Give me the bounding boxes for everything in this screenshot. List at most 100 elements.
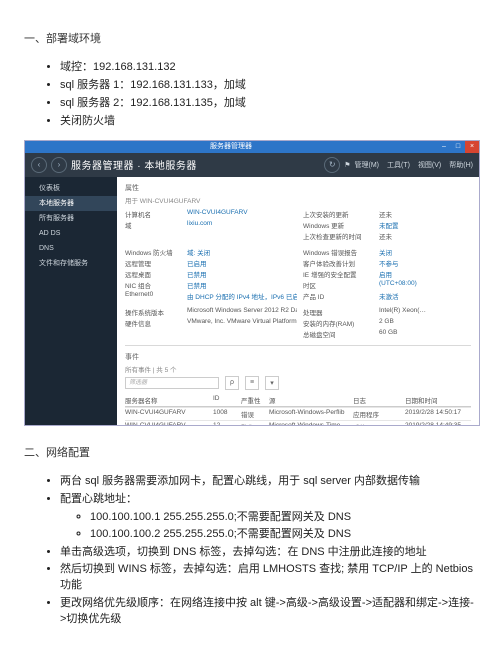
- list-item: 100.100.100.2 255.255.255.0;不需要配置网关及 DNS: [90, 527, 478, 543]
- list-item: sql 服务器 2：192.168.131.135，加域: [60, 96, 478, 112]
- menu-item[interactable]: 帮助(H): [449, 160, 473, 170]
- env-list: 域控：192.168.131.132 sql 服务器 1：192.168.131…: [24, 60, 478, 130]
- prop-value[interactable]: 未配置: [379, 220, 471, 230]
- net-list: 两台 sql 服务器需要添加网卡，配置心跳线，用于 sql server 内部数…: [24, 474, 478, 628]
- prop-label: 产品 ID: [303, 291, 373, 301]
- window-titlebar: 服务器管理器 – □ ×: [25, 141, 479, 153]
- prop-label: 远程桌面: [125, 269, 181, 279]
- cell: WIN-CVUI4GUFARV: [125, 422, 211, 425]
- prop-value: 还未: [379, 209, 471, 219]
- filter-icon[interactable]: ≡: [245, 376, 259, 390]
- prop-label: 域: [125, 220, 181, 230]
- menu-item[interactable]: 管理(M): [354, 160, 379, 170]
- prop-label: 安装的内存(RAM): [303, 318, 373, 328]
- prop-label: Ethernet0: [125, 291, 181, 301]
- prop-value: [187, 329, 297, 339]
- col[interactable]: 源: [269, 395, 351, 405]
- breadcrumb-bar: ‹ › 服务器管理器 · 本地服务器 ↻ ⚑ 管理(M) 工具(T) 视图(V)…: [25, 153, 479, 177]
- sidebar-item-adds[interactable]: AD DS: [25, 226, 117, 241]
- col[interactable]: 日志: [353, 395, 403, 405]
- prop-value[interactable]: 启用: [379, 269, 471, 279]
- sidebar-item-file[interactable]: 文件和存储服务: [25, 256, 117, 271]
- col[interactable]: ID: [213, 395, 239, 405]
- cell: 1008: [213, 409, 239, 419]
- list-item: 关闭防火墙: [60, 114, 478, 130]
- list-item: 然后切换到 WINS 标签，去掉勾选：启用 LMHOSTS 查找; 禁用 TCP…: [60, 562, 478, 594]
- prop-label: Windows 错误报告: [303, 247, 373, 257]
- properties-subtitle: 用于 WIN-CVUI4GUFARV: [125, 195, 471, 205]
- menu-item[interactable]: 视图(V): [418, 160, 441, 170]
- sidebar-item-all[interactable]: 所有服务器: [25, 211, 117, 226]
- window-close-button[interactable]: ×: [465, 141, 479, 153]
- list-item: 100.100.100.1 255.255.255.0;不需要配置网关及 DNS: [90, 510, 478, 526]
- nav-forward-button[interactable]: ›: [51, 157, 67, 173]
- cell: 错误: [241, 409, 267, 419]
- prop-label: 计算机名: [125, 209, 181, 219]
- cell: 警告: [241, 422, 267, 425]
- events-panel: 事件 所有事件 | 共 5 个 筛选器 ρ ≡ ▾ 服务器名称 ID 严重性 源: [125, 352, 471, 425]
- sidebar-item-dashboard[interactable]: 仪表板: [25, 181, 117, 196]
- prop-label: 总磁盘空间: [303, 329, 373, 339]
- prop-value[interactable]: 由 DHCP 分配的 IPv4 地址，IPv6 已启用: [187, 291, 297, 301]
- events-filter-input[interactable]: 筛选器: [125, 377, 219, 389]
- cell: 2019/2/28 14:50:17: [405, 409, 471, 419]
- sidebar: 仪表板 本地服务器 所有服务器 AD DS DNS 文件和存储服务: [25, 177, 117, 425]
- prop-value[interactable]: 已禁用: [187, 269, 297, 279]
- prop-label: Windows 防火墙: [125, 247, 181, 257]
- prop-value: 2 GB: [379, 318, 471, 328]
- refresh-icon[interactable]: ↻: [324, 157, 340, 173]
- prop-label: NIC 组合: [125, 280, 181, 290]
- prop-value[interactable]: 未激活: [379, 291, 471, 301]
- cell: WIN-CVUI4GUFARV: [125, 409, 211, 419]
- window-minimize-button[interactable]: –: [437, 141, 451, 153]
- list-item: 两台 sql 服务器需要添加网卡，配置心跳线，用于 sql server 内部数…: [60, 474, 478, 490]
- prop-label: 硬件信息: [125, 318, 181, 328]
- properties-panel: 属性 用于 WIN-CVUI4GUFARV 计算机名 WIN-CVUI4GUFA…: [125, 183, 471, 346]
- sidebar-item-local[interactable]: 本地服务器: [25, 196, 117, 211]
- prop-value[interactable]: 已启用: [187, 258, 297, 268]
- top-menu: 管理(M) 工具(T) 视图(V) 帮助(H): [354, 160, 473, 170]
- search-icon[interactable]: ρ: [225, 376, 239, 390]
- prop-label: 时区: [303, 280, 373, 290]
- col[interactable]: 严重性: [241, 395, 267, 405]
- list-item-label: 配置心跳地址：: [60, 493, 137, 505]
- prop-value[interactable]: 不参与: [379, 258, 471, 268]
- prop-value[interactable]: WIN-CVUI4GUFARV: [187, 209, 297, 219]
- cell: 2019/2/28 14:49:35: [405, 422, 471, 425]
- menu-item[interactable]: 工具(T): [387, 160, 410, 170]
- prop-value[interactable]: 已禁用: [187, 280, 297, 290]
- prop-value: Intel(R) Xeon(…: [379, 307, 471, 317]
- section1-title: 一、部署域环境: [24, 30, 478, 46]
- events-sub: 所有事件 | 共 5 个: [125, 364, 471, 374]
- prop-value[interactable]: 关闭: [379, 247, 471, 257]
- prop-label: 客户体验改善计划: [303, 258, 373, 268]
- flag-icon[interactable]: ⚑: [344, 161, 350, 169]
- nav-back-button[interactable]: ‹: [31, 157, 47, 173]
- prop-value[interactable]: 域: 关闭: [187, 247, 297, 257]
- prop-label: IE 增强的安全配置: [303, 269, 373, 279]
- cell: 12: [213, 422, 239, 425]
- col[interactable]: 日期和时间: [405, 395, 471, 405]
- prop-label: 处理器: [303, 307, 373, 317]
- list-item: 单击高级选项，切换到 DNS 标签，去掉勾选：在 DNS 中注册此连接的地址: [60, 545, 478, 561]
- window-title: 服务器管理器: [25, 141, 437, 153]
- prop-value: VMware, Inc. VMware Virtual Platform: [187, 318, 297, 328]
- cell: Microsoft-Windows-Time-Service: [269, 422, 351, 425]
- table-row[interactable]: WIN-CVUI4GUFARV 1008 错误 Microsoft-Window…: [125, 407, 471, 420]
- cell: Microsoft-Windows-Perflib: [269, 409, 351, 419]
- section2-title: 二、网络配置: [24, 444, 478, 460]
- prop-label: 上次检查更新的时间: [303, 231, 373, 241]
- prop-label: 远程管理: [125, 258, 181, 268]
- prop-label: 操作系统版本: [125, 307, 181, 317]
- window-maximize-button[interactable]: □: [451, 141, 465, 153]
- prop-value: 60 GB: [379, 329, 471, 339]
- list-item: sql 服务器 1：192.168.131.133，加域: [60, 78, 478, 94]
- prop-value[interactable]: (UTC+08:00): [379, 280, 471, 290]
- col[interactable]: 服务器名称: [125, 395, 211, 405]
- table-row[interactable]: WIN-CVUI4GUFARV 12 警告 Microsoft-Windows-…: [125, 420, 471, 425]
- prop-value[interactable]: lixiu.com: [187, 220, 297, 230]
- prop-label: [125, 329, 181, 339]
- dropdown-icon[interactable]: ▾: [265, 376, 279, 390]
- cell: 应用程序: [353, 409, 403, 419]
- sidebar-item-dns[interactable]: DNS: [25, 241, 117, 256]
